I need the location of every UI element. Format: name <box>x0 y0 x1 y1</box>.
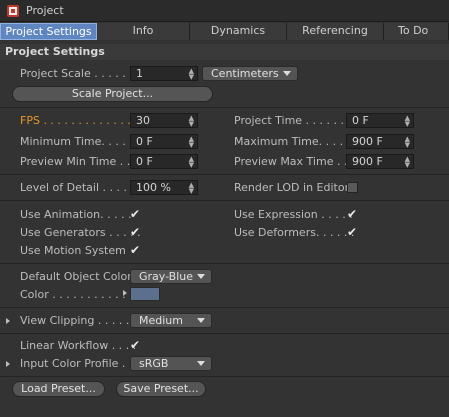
linear-workflow-label: Linear Workflow . . . . <box>20 339 137 352</box>
fps-input[interactable]: 30 ▲ ▼ <box>130 113 198 128</box>
tab-info[interactable]: Info <box>97 23 190 40</box>
tab-referencing[interactable]: Referencing <box>287 23 384 40</box>
use-deformers-label: Use Deformers. . . . . . <box>234 226 355 239</box>
spin-arrows-icon[interactable]: ▲ ▼ <box>189 155 194 169</box>
preview-max-time-label: Preview Max Time . . <box>234 155 348 168</box>
divider <box>0 333 449 334</box>
view-clipping-dropdown[interactable]: Medium <box>130 313 212 328</box>
use-generators-label: Use Generators . . . . . <box>20 226 141 239</box>
project-scale-input[interactable]: 1 ▲ ▼ <box>130 66 198 81</box>
tab-project-settings[interactable]: Project Settings <box>0 23 97 40</box>
spin-arrows-icon[interactable]: ▲ ▼ <box>189 114 194 128</box>
input-color-profile-label: Input Color Profile . <box>20 357 126 370</box>
color-swatch[interactable] <box>130 287 160 301</box>
spin-arrows-icon[interactable]: ▲ ▼ <box>189 181 194 195</box>
divider <box>0 263 449 264</box>
view-clipping-label: View Clipping . . . . . . . <box>20 314 144 327</box>
tab-bar: Project Settings Info Dynamics Referenci… <box>0 23 449 40</box>
divider <box>0 307 449 308</box>
preview-min-time-label: Preview Min Time . . <box>20 155 131 168</box>
use-motion-system-checkbox[interactable]: ✔ <box>130 244 142 256</box>
chevron-down-icon <box>197 361 205 366</box>
use-expression-checkbox[interactable]: ✔ <box>347 208 359 220</box>
maximum-time-input[interactable]: 900 F ▲ ▼ <box>346 134 414 149</box>
use-animation-checkbox[interactable]: ✔ <box>130 208 142 220</box>
fps-label: FPS . . . . . . . . . . . . . . <box>20 114 138 127</box>
tab-dynamics[interactable]: Dynamics <box>190 23 287 40</box>
project-time-input[interactable]: 0 F ▲ ▼ <box>346 113 414 128</box>
spin-arrows-icon[interactable]: ▲ ▼ <box>189 135 194 149</box>
spin-arrows-icon[interactable]: ▲ ▼ <box>189 67 194 81</box>
input-color-profile-dropdown[interactable]: sRGB <box>130 356 212 371</box>
maximum-time-label: Maximum Time. . . . . . . <box>234 135 365 148</box>
load-preset-button[interactable]: Load Preset... <box>12 381 105 397</box>
divider <box>0 174 449 175</box>
divider <box>0 200 449 201</box>
use-generators-checkbox[interactable]: ✔ <box>130 226 142 238</box>
preview-max-time-input[interactable]: 900 F ▲ ▼ <box>346 154 414 169</box>
expand-arrow-icon[interactable] <box>6 318 10 324</box>
save-preset-button[interactable]: Save Preset... <box>116 381 206 397</box>
chevron-down-icon <box>283 71 291 76</box>
render-lod-label: Render LOD in Editor <box>234 181 350 194</box>
expand-arrow-icon[interactable] <box>6 361 10 367</box>
chevron-down-icon <box>197 274 205 279</box>
title-bar: Project <box>0 0 449 22</box>
render-lod-checkbox[interactable] <box>347 182 358 193</box>
tab-to-do[interactable]: To Do <box>384 23 449 40</box>
use-motion-system-label: Use Motion System <box>20 244 126 257</box>
project-icon <box>7 5 19 17</box>
minimum-time-input[interactable]: 0 F ▲ ▼ <box>130 134 198 149</box>
project-scale-label: Project Scale . . . . . . <box>20 67 133 80</box>
color-label: Color . . . . . . . . . . . <box>20 288 126 301</box>
scale-project-button[interactable]: Scale Project... <box>12 86 213 102</box>
spin-arrows-icon[interactable]: ▲ ▼ <box>405 114 410 128</box>
chevron-down-icon <box>197 318 205 323</box>
minimum-time-label: Minimum Time. . . . . . . <box>20 135 147 148</box>
use-deformers-checkbox[interactable]: ✔ <box>347 226 359 238</box>
project-time-label: Project Time . . . . . . . . <box>234 114 358 127</box>
level-of-detail-input[interactable]: 100 % ▲ ▼ <box>130 180 198 195</box>
level-of-detail-label: Level of Detail . . . . . <box>20 181 135 194</box>
divider <box>0 107 449 108</box>
default-object-color-label: Default Object Color <box>20 270 132 283</box>
spin-arrows-icon[interactable]: ▲ ▼ <box>405 135 410 149</box>
project-scale-unit-dropdown[interactable]: Centimeters <box>202 66 298 81</box>
linear-workflow-checkbox[interactable]: ✔ <box>130 339 142 351</box>
preview-min-time-input[interactable]: 0 F ▲ ▼ <box>130 154 198 169</box>
use-animation-label: Use Animation. . . . . <box>20 208 132 221</box>
default-object-color-dropdown[interactable]: Gray-Blue <box>130 269 212 284</box>
use-expression-label: Use Expression . . . . . <box>234 208 353 221</box>
expand-arrow-icon[interactable] <box>123 290 127 296</box>
divider <box>0 376 449 377</box>
section-header: Project Settings <box>0 44 449 60</box>
window-title: Project <box>26 4 64 17</box>
spin-arrows-icon[interactable]: ▲ ▼ <box>405 155 410 169</box>
